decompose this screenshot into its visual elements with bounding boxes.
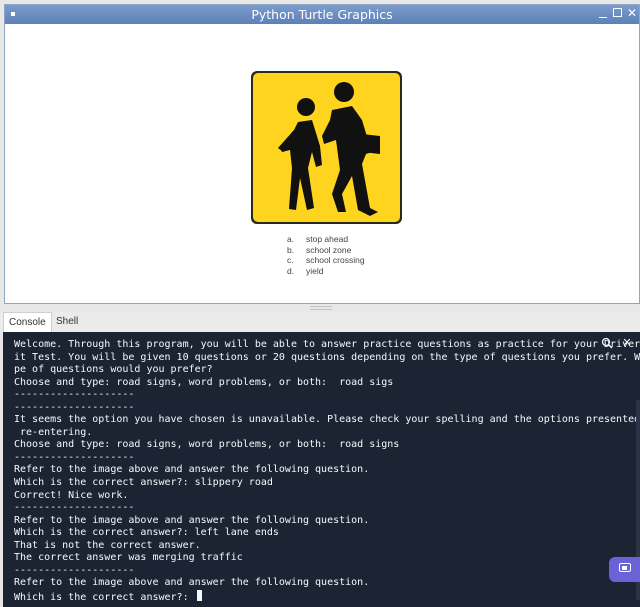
text-cursor	[196, 589, 202, 601]
tab-shell[interactable]: Shell	[51, 312, 83, 332]
answer-text: school zone	[306, 244, 352, 255]
console-line: --------------------	[14, 451, 135, 463]
console-line: Which is the correct answer?: slippery r…	[14, 477, 273, 489]
answer-text: yield	[306, 265, 324, 276]
console-line: Welcome. Through this program, you will …	[14, 339, 640, 350]
answer-choice: b. school zone	[287, 245, 365, 256]
console-line: pe of questions would you prefer?	[14, 364, 213, 376]
console-line: Correct! Nice work.	[14, 489, 129, 501]
console-line: The correct answer was merging traffic	[14, 552, 243, 564]
console-line: --------------------	[14, 564, 135, 576]
answer-choices: a. stop ahead b. school zone c. school c…	[287, 234, 365, 276]
answer-letter: a.	[287, 234, 295, 244]
console-line: --------------------	[14, 389, 135, 401]
answer-letter: c.	[287, 255, 294, 266]
turtle-canvas: a. stop ahead b. school zone c. school c…	[5, 24, 639, 303]
maximize-icon[interactable]	[612, 7, 624, 20]
answer-choice: c. school crossing	[287, 255, 365, 266]
console-line: --------------------	[14, 401, 135, 413]
answer-text: stop ahead	[306, 234, 349, 244]
console-line: Refer to the image above and answer the …	[14, 577, 370, 589]
answer-letter: b.	[287, 244, 295, 255]
console-line: re-entering.	[14, 426, 93, 438]
console-line: It seems the option you have chosen is u…	[14, 414, 640, 426]
chat-icon	[619, 563, 631, 572]
turtle-window: Python Turtle Graphics ✕ a. stop ahead b…	[4, 4, 640, 304]
chat-button[interactable]	[609, 557, 640, 582]
clear-console-icon[interactable]: ✕	[621, 337, 633, 349]
window-title: Python Turtle Graphics	[251, 7, 393, 22]
window-titlebar[interactable]: Python Turtle Graphics ✕	[5, 5, 639, 24]
console-line: Choose and type: road signs, word proble…	[14, 439, 400, 451]
answer-choice: a. stop ahead	[287, 234, 365, 245]
tab-console[interactable]: Console	[3, 312, 52, 332]
console-input-line[interactable]: Which is the correct answer?:	[14, 589, 640, 603]
splitter-grip-icon[interactable]	[310, 306, 332, 310]
console-output[interactable]: Welcome. Through this program, you will …	[3, 332, 640, 607]
school-crossing-sign-icon	[251, 71, 402, 224]
answer-letter: d.	[287, 265, 295, 276]
console-line: it Test. You will be given 10 questions …	[14, 351, 640, 363]
console-tools: ✕	[601, 337, 633, 349]
tab-bar: Console Shell	[0, 312, 640, 332]
console-line: Which is the correct answer?: left lane …	[14, 527, 279, 539]
console-prompt: Which is the correct answer?:	[14, 591, 195, 603]
minimize-icon[interactable]	[597, 7, 609, 20]
console-line: Refer to the image above and answer the …	[14, 514, 370, 526]
console-line: --------------------	[14, 502, 135, 514]
close-icon[interactable]: ✕	[626, 7, 638, 20]
pane-splitter[interactable]	[0, 304, 640, 312]
console-line: Refer to the image above and answer the …	[14, 464, 370, 476]
search-icon[interactable]	[601, 337, 613, 349]
console-line: That is not the correct answer.	[14, 539, 201, 551]
answer-choice: d. yield	[287, 266, 365, 277]
console-line: Choose and type: road signs, word proble…	[14, 376, 394, 388]
answer-text: school crossing	[306, 255, 365, 266]
